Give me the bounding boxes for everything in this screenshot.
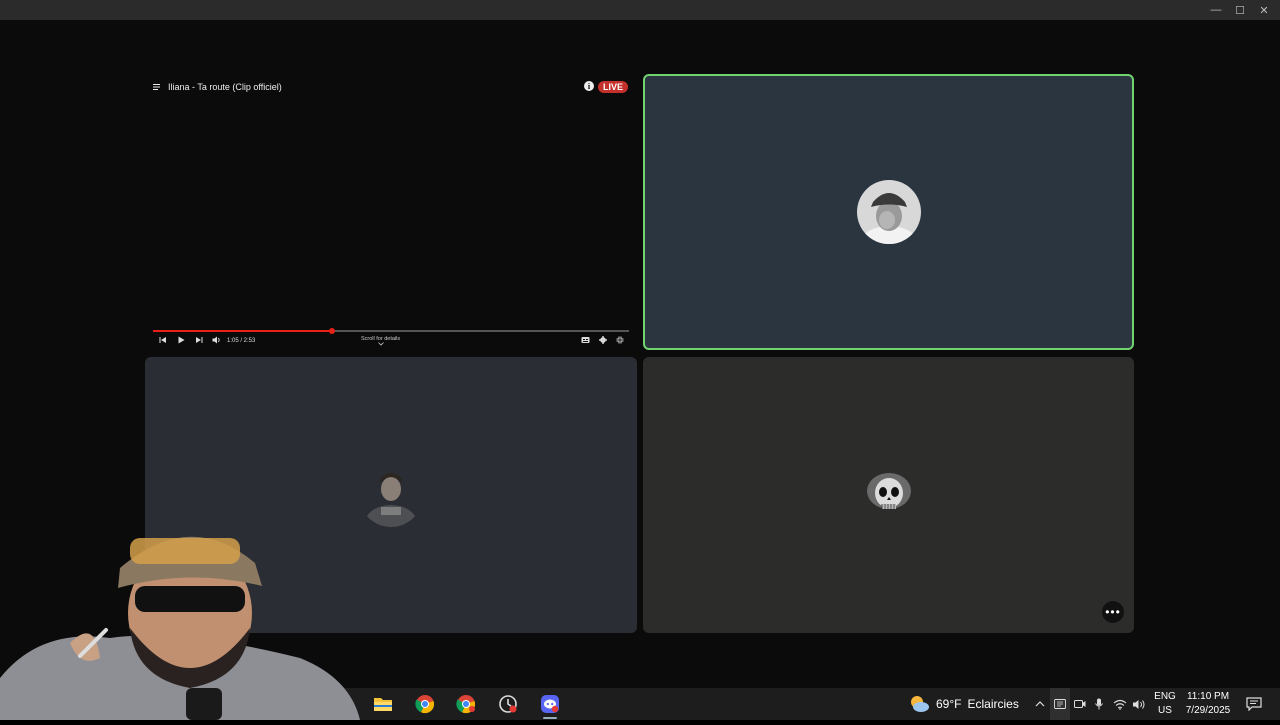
volume-icon[interactable] <box>212 336 221 344</box>
window-titlebar: — ☐ ✕ <box>0 0 1280 20</box>
clock-time: 11:10 PM <box>1186 691 1230 702</box>
more-options-button[interactable]: ••• <box>1102 601 1124 623</box>
tray-network[interactable] <box>1111 688 1129 720</box>
video-progress-knob[interactable] <box>328 328 335 334</box>
weather-condition: Eclaircies <box>967 697 1019 711</box>
language-indicator[interactable]: ENG US <box>1152 690 1178 718</box>
chrome-canary-icon <box>456 695 476 714</box>
shared-video-tile[interactable]: Iliana - Ta route (Clip officiel) i LIVE… <box>145 75 637 351</box>
participant-tile-speaking[interactable] <box>643 74 1134 350</box>
playlist-icon <box>153 84 160 90</box>
partly-sunny-icon <box>911 696 929 712</box>
chrome-icon <box>415 695 435 714</box>
maximize-button[interactable]: ☐ <box>1228 0 1252 20</box>
previous-icon[interactable] <box>159 336 167 344</box>
taskbar-chrome[interactable] <box>405 688 445 720</box>
wifi-icon <box>1113 699 1127 710</box>
show-hidden-icons-button[interactable] <box>1032 688 1048 720</box>
microphone-icon <box>1095 698 1103 710</box>
input-method-icon <box>1054 699 1066 709</box>
taskbar-discord[interactable] <box>530 688 570 720</box>
taskbar-chrome-canary[interactable] <box>446 688 486 720</box>
notification-icon <box>1246 697 1262 711</box>
subtitles-icon[interactable] <box>581 336 590 344</box>
video-progress-bar[interactable] <box>153 328 629 334</box>
fullscreen-exit-icon[interactable] <box>616 336 624 344</box>
notification-center-button[interactable] <box>1242 688 1266 720</box>
video-controls: 1:05 / 2:53 Scroll for details <box>153 336 629 348</box>
language-line1: ENG <box>1154 691 1176 702</box>
tray-volume[interactable] <box>1130 688 1148 720</box>
participant-tile[interactable]: ••• <box>643 357 1134 633</box>
tray-input-indicator[interactable] <box>1050 688 1070 720</box>
video-title-bar[interactable]: Iliana - Ta route (Clip officiel) <box>153 82 282 92</box>
video-title: Iliana - Ta route (Clip officiel) <box>168 82 282 92</box>
speaker-icon <box>1133 699 1145 709</box>
weather-temperature: 69°F <box>936 697 962 711</box>
webcam-overlay <box>0 508 360 720</box>
video-timecode: 1:05 / 2:53 <box>227 338 256 344</box>
close-button[interactable]: ✕ <box>1252 0 1276 20</box>
soldier-avatar <box>359 463 423 527</box>
chevron-down-icon <box>377 342 384 346</box>
file-explorer-icon <box>374 698 392 711</box>
minimize-button[interactable]: — <box>1204 0 1228 20</box>
info-icon[interactable]: i <box>584 81 594 91</box>
weather-widget[interactable]: 69°F Eclaircies <box>908 688 1019 720</box>
play-icon[interactable] <box>177 336 185 344</box>
tray-microphone[interactable] <box>1091 688 1107 720</box>
clock-app-icon <box>499 695 517 713</box>
next-icon[interactable] <box>195 336 203 344</box>
discord-icon <box>541 695 559 713</box>
window-controls: — ☐ ✕ <box>1204 0 1276 20</box>
chevron-up-icon <box>1035 701 1045 707</box>
taskbar-clock-app[interactable] <box>488 688 528 720</box>
tray-meet-now[interactable] <box>1072 688 1088 720</box>
taskbar-file-explorer[interactable] <box>363 688 403 720</box>
language-line2: US <box>1158 705 1172 716</box>
taskbar-clock[interactable]: 11:10 PM 7/29/2025 <box>1182 690 1234 718</box>
skull-avatar <box>856 463 921 527</box>
scroll-for-details[interactable]: Scroll for details <box>361 336 400 348</box>
video-progress-fill <box>153 330 332 332</box>
settings-gear-icon[interactable] <box>599 336 607 344</box>
cap-man-avatar <box>856 180 921 244</box>
clock-date: 7/29/2025 <box>1185 705 1231 716</box>
camera-icon <box>1074 700 1086 708</box>
live-badge: LIVE <box>598 81 629 93</box>
